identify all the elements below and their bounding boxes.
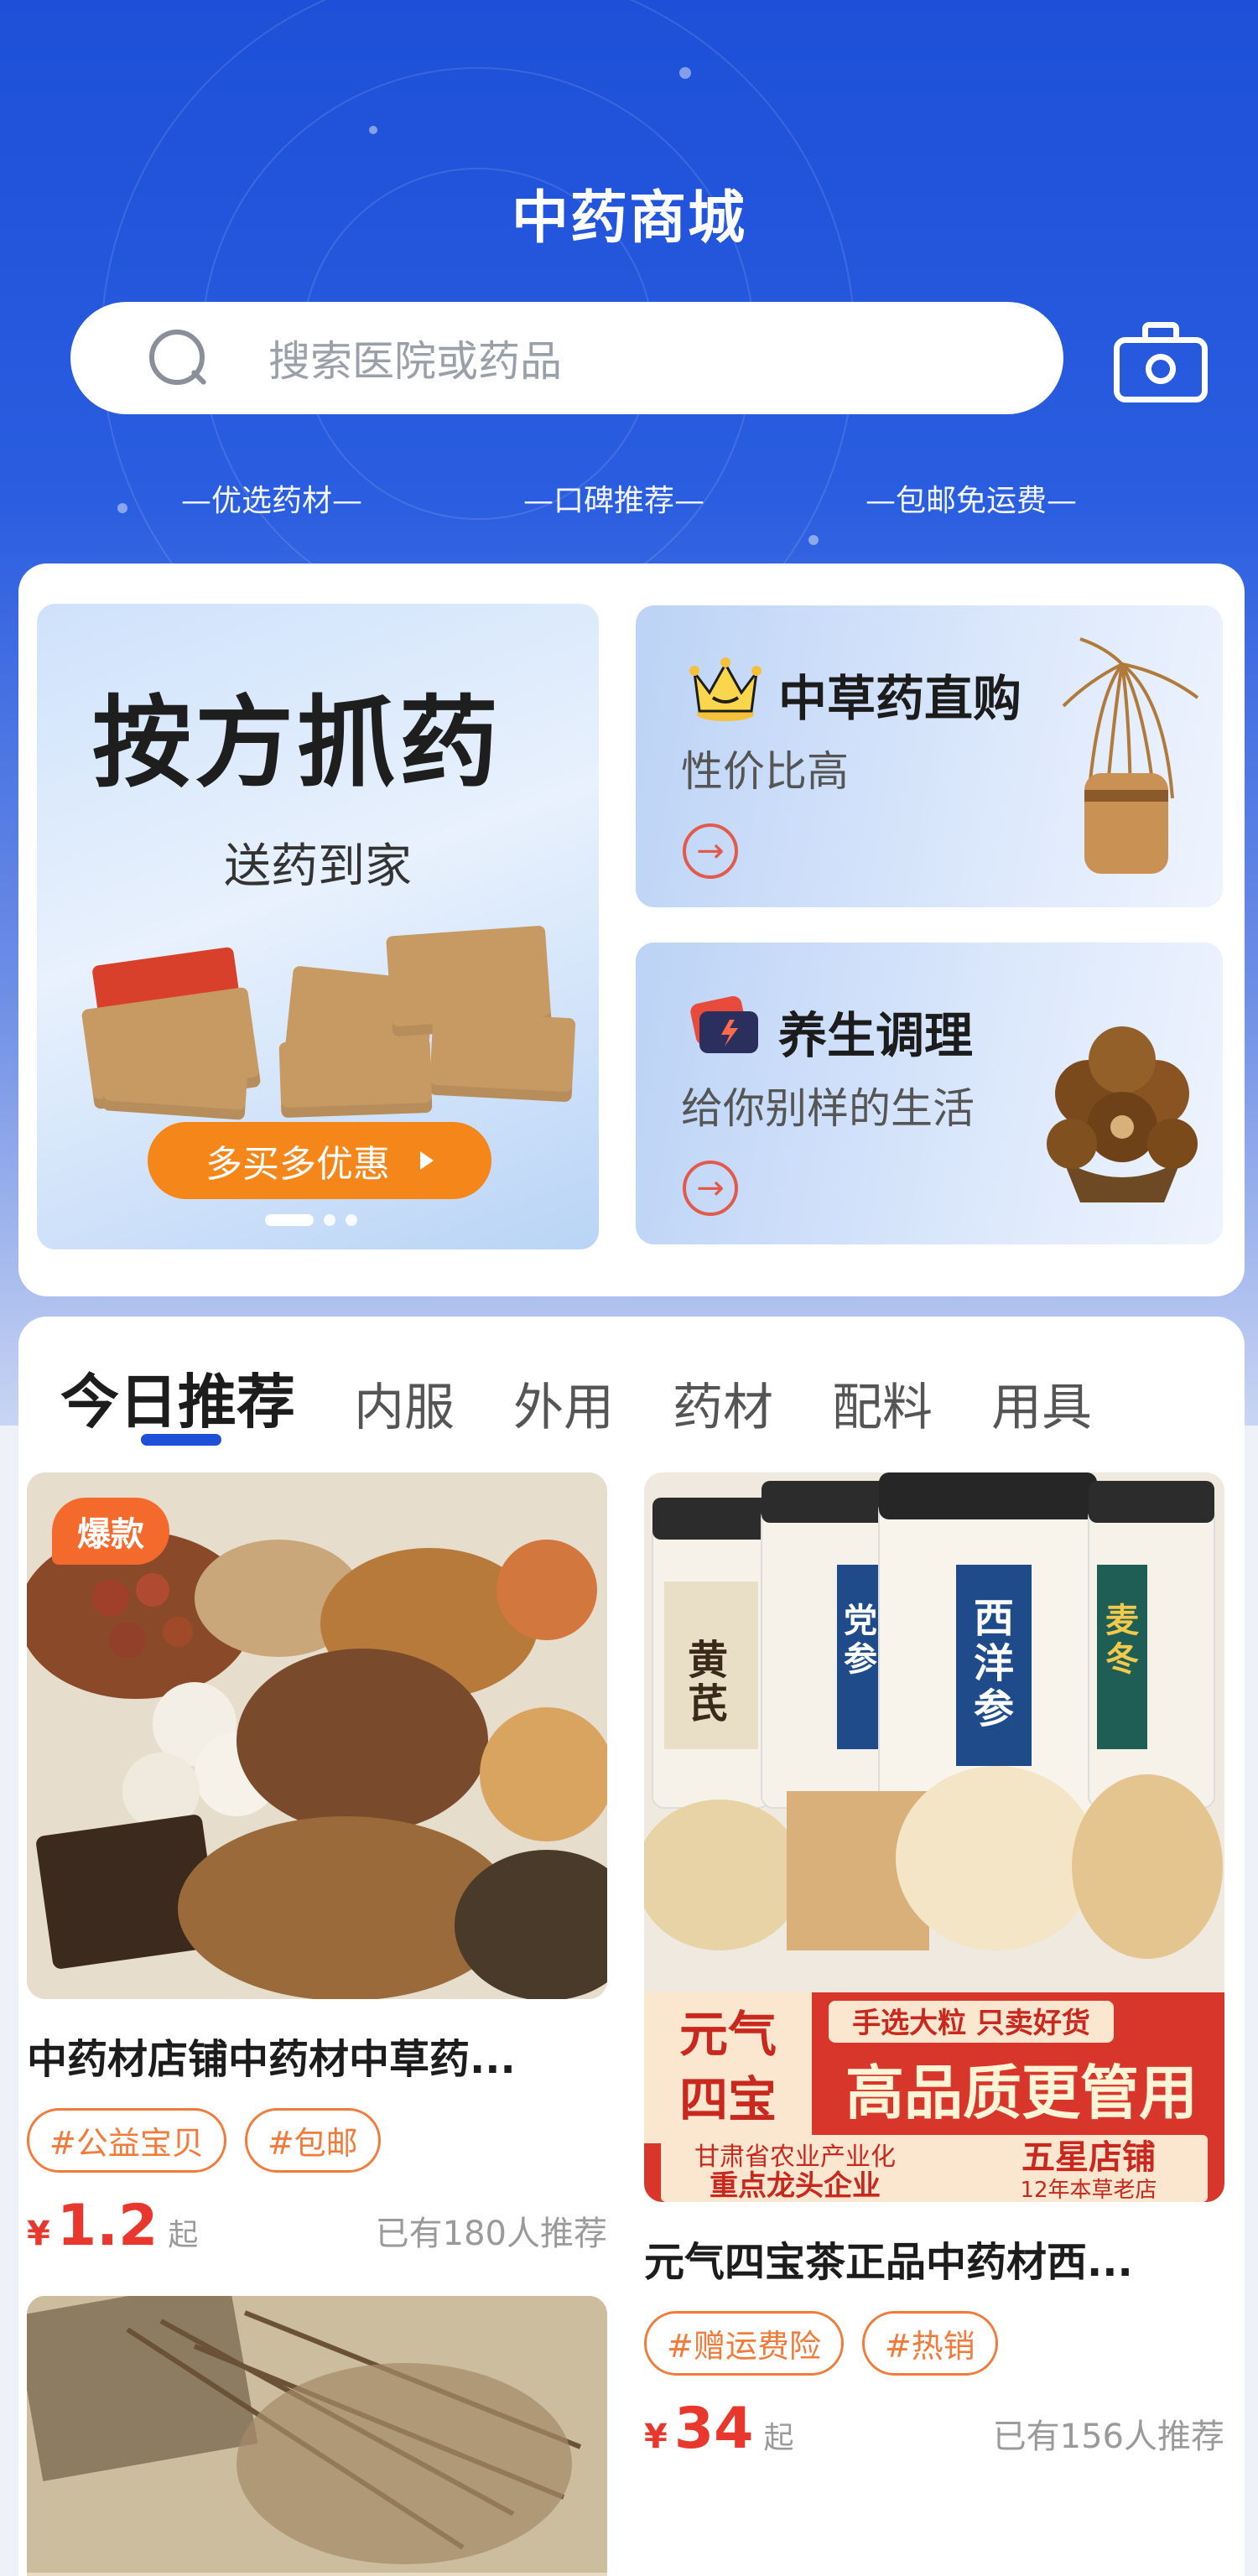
luohanguo-fruit-image (1047, 1026, 1198, 1202)
promo-main-title: 按方抓药 (92, 685, 502, 801)
svg-text:参: 参 (844, 1640, 877, 1679)
price-unit: 起 (763, 2421, 794, 2455)
svg-text:手选大粒 只卖好货: 手选大粒 只卖好货 (852, 2007, 1090, 2040)
svg-text:12年本草老店: 12年本草老店 (1020, 2178, 1157, 2202)
promo-card-wellness[interactable]: 养生调理 给你别样的生活 → (636, 943, 1223, 1244)
tab-external[interactable]: 外用 (513, 1367, 614, 1440)
decor-dot (808, 535, 819, 545)
recommend-count: 已有156人推荐 (992, 2418, 1224, 2456)
product-section: 今日推荐 内服 外用 药材 配料 用具 爆款 中药材店铺中药材中草药... #公… (18, 1317, 1245, 2576)
wallet-icon (690, 995, 758, 1053)
price-row: ¥ 1.2 起 已有180人推荐 (27, 2193, 607, 2259)
tab-tools[interactable]: 用具 (991, 1367, 1092, 1440)
promo-card-subtitle: 给你别样的生活 (681, 1084, 975, 1133)
currency-symbol: ¥ (27, 2215, 50, 2253)
product-title: 元气四宝茶正品中药材西... (644, 2239, 1133, 2286)
carousel-indicator (265, 1214, 357, 1226)
svg-text:四宝: 四宝 (679, 2071, 777, 2128)
svg-text:甘肃省农业产业化: 甘肃省农业产业化 (694, 2142, 896, 2172)
arrow-right-icon[interactable]: → (683, 823, 738, 879)
svg-text:麦: 麦 (1105, 1602, 1139, 1640)
product-price: 1.2 (56, 2193, 159, 2259)
svg-text:参: 参 (974, 1685, 1014, 1732)
product-image: 爆款 (27, 1472, 607, 1999)
svg-text:西: 西 (974, 1595, 1014, 1642)
svg-text:高品质更管用: 高品质更管用 (845, 2059, 1198, 2127)
tab-today-recommend[interactable]: 今日推荐 (60, 1355, 295, 1440)
play-arrow-icon (420, 1151, 434, 1170)
arrow-right-icon[interactable]: → (683, 1161, 738, 1216)
product-tag: #热销 (861, 2311, 998, 2376)
product-image: 黄 芪 党 参 西 洋 参 麦 冬 元气 四宝 手选大粒 只卖好货 高品质更管用… (644, 1472, 1224, 2202)
feature-item: —优选药材— (180, 484, 362, 518)
crown-icon (689, 657, 762, 721)
jar-label: 芪 (688, 1680, 728, 1727)
herb-bundle-image (1062, 637, 1199, 874)
product-card[interactable] (27, 2296, 607, 2576)
currency-symbol: ¥ (644, 2418, 668, 2456)
tab-ingredients[interactable]: 配料 (832, 1367, 933, 1440)
product-tag: #公益宝贝 (27, 2108, 226, 2173)
camera-icon[interactable] (1114, 322, 1208, 402)
product-tag: #赠运费险 (644, 2311, 844, 2376)
svg-text:五星店铺: 五星店铺 (1021, 2138, 1156, 2177)
promo-panel: 按方抓药 送药到家 多买多优惠 中草药直购 性价比高 → 养生调理 给你别样的生… (18, 564, 1245, 1296)
svg-text:冬: 冬 (1105, 1640, 1139, 1679)
promo-card-subtitle: 性价比高 (681, 747, 849, 796)
feature-list: —优选药材— —口碑推荐— —包邮免运费— (0, 476, 1258, 520)
decor-dot (369, 126, 377, 134)
feature-item: —口碑推荐— (522, 484, 704, 518)
category-tabs: 今日推荐 内服 外用 药材 配料 用具 (60, 1355, 1151, 1440)
product-image (27, 2296, 607, 2576)
svg-text:重点龙头企业: 重点龙头企业 (710, 2169, 881, 2202)
svg-text:元气: 元气 (679, 2006, 777, 2063)
product-tags: #公益宝贝 #包邮 (27, 2108, 607, 2173)
promo-card-title: 中草药直购 (778, 670, 1022, 727)
svg-text:洋: 洋 (974, 1640, 1014, 1687)
product-price: 34 (673, 2396, 754, 2462)
svg-text:党: 党 (844, 1602, 877, 1640)
search-placeholder: 搜索医院或药品 (268, 337, 562, 386)
feature-item: —包邮免运费— (865, 484, 1077, 518)
search-input[interactable]: 搜索医院或药品 (70, 302, 1063, 414)
page-title: 中药商城 (511, 185, 746, 252)
promo-buy-more-button[interactable]: 多买多优惠 (148, 1122, 491, 1199)
promo-card-herbs[interactable]: 中草药直购 性价比高 → (636, 605, 1223, 907)
product-card[interactable]: 爆款 中药材店铺中药材中草药... #公益宝贝 #包邮 ¥ 1.2 起 已有18… (27, 1472, 607, 2259)
recommend-count: 已有180人推荐 (375, 2215, 607, 2253)
tab-internal[interactable]: 内服 (354, 1367, 455, 1440)
active-tab-indicator (141, 1434, 221, 1446)
promo-button-label: 多买多优惠 (205, 1143, 390, 1186)
product-card[interactable]: 黄 芪 党 参 西 洋 参 麦 冬 元气 四宝 手选大粒 只卖好货 高品质更管用… (644, 1472, 1224, 2462)
promo-banner-main[interactable]: 按方抓药 送药到家 多买多优惠 (37, 604, 599, 1249)
promo-card-title: 养生调理 (778, 1007, 974, 1064)
hot-badge: 爆款 (52, 1498, 169, 1565)
price-unit: 起 (168, 2218, 199, 2252)
product-tag: #包邮 (244, 2108, 381, 2173)
tab-herbs[interactable]: 药材 (673, 1367, 773, 1440)
search-icon (146, 326, 210, 390)
promo-main-subtitle: 送药到家 (224, 839, 412, 894)
jar-label: 黄 (688, 1637, 728, 1684)
product-tags: #赠运费险 #热销 (644, 2311, 1224, 2376)
price-row: ¥ 34 起 已有156人推荐 (644, 2396, 1224, 2462)
decor-dot (679, 67, 691, 79)
product-title: 中药材店铺中药材中草药... (27, 2036, 516, 2083)
